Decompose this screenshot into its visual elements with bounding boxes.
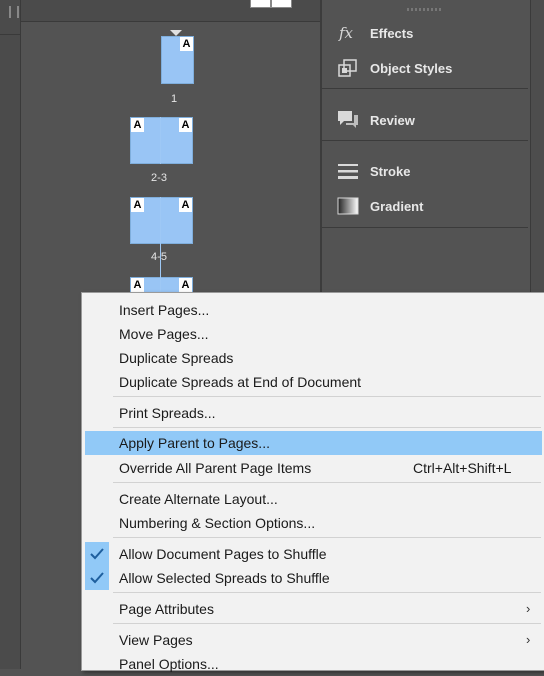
- pages-panel-context-menu: Insert Pages... Move Pages... Duplicate …: [81, 292, 544, 672]
- panel-tab-object-styles[interactable]: Object Styles: [336, 57, 452, 79]
- fx-icon: fx: [336, 22, 360, 44]
- parent-letter: A: [179, 198, 192, 212]
- menu-item-allow-selected-spreads-shuffle[interactable]: Allow Selected Spreads to Shuffle: [85, 566, 542, 590]
- menu-item-label: Allow Document Pages to Shuffle: [119, 546, 327, 562]
- gradient-icon: [336, 195, 360, 217]
- menu-item-apply-parent-to-pages[interactable]: Apply Parent to Pages...: [85, 431, 542, 455]
- menu-separator: [113, 482, 541, 483]
- menu-item-label: Duplicate Spreads: [119, 350, 234, 366]
- spread-thumbnail[interactable]: A A: [130, 117, 193, 164]
- menu-item-label: Move Pages...: [119, 326, 209, 342]
- page-thumbnail[interactable]: A: [161, 36, 194, 84]
- menu-separator: [113, 592, 541, 593]
- parent-letter: A: [180, 37, 193, 51]
- panel-tab-label: Stroke: [370, 163, 411, 179]
- panel-tab-review[interactable]: Review: [336, 109, 415, 131]
- menu-item-shortcut: Ctrl+Alt+Shift+L: [413, 460, 512, 476]
- menu-item-label: Insert Pages...: [119, 302, 210, 318]
- panel-group-review: Review: [322, 89, 528, 141]
- menu-item-label: View Pages: [119, 632, 193, 648]
- menu-item-label: Panel Options...: [119, 656, 219, 672]
- menu-item-create-alternate-layout[interactable]: Create Alternate Layout...: [85, 487, 542, 511]
- panel-tab-label: Effects: [370, 25, 414, 41]
- checkmark-icon: [85, 542, 109, 566]
- page-number-label[interactable]: 4-5: [129, 251, 189, 263]
- submenu-arrow-icon: ›: [526, 601, 531, 616]
- menu-item-insert-pages[interactable]: Insert Pages...: [85, 298, 542, 322]
- review-icon: [336, 109, 360, 131]
- grip-icon: [9, 6, 11, 18]
- parent-page-thumbnail-left[interactable]: [250, 0, 271, 8]
- grip-icon: [17, 6, 19, 18]
- parent-letter: A: [131, 278, 144, 292]
- menu-item-view-pages[interactable]: View Pages ›: [85, 628, 542, 652]
- panel-tab-gradient[interactable]: Gradient: [336, 195, 423, 217]
- spread-thumbnail[interactable]: A A: [130, 197, 193, 244]
- menu-item-label: Create Alternate Layout...: [119, 491, 278, 507]
- parent-page-thumbnail-right[interactable]: [271, 0, 292, 8]
- panel-group-effects: fx Effects Object Styles: [322, 0, 528, 89]
- left-panel-strip: [0, 0, 21, 669]
- menu-item-numbering-section-options[interactable]: Numbering & Section Options...: [85, 511, 542, 535]
- menu-item-label: Page Attributes: [119, 601, 214, 617]
- menu-separator: [113, 396, 541, 397]
- submenu-arrow-icon: ›: [526, 632, 531, 647]
- panel-group-stroke: Stroke Gradient: [322, 141, 528, 228]
- checkmark-icon: [85, 566, 109, 590]
- menu-item-label: Print Spreads...: [119, 405, 216, 421]
- panel-grip[interactable]: [407, 8, 441, 11]
- spread-spine: [160, 236, 161, 292]
- menu-item-override-all-parent-items[interactable]: Override All Parent Page Items Ctrl+Alt+…: [85, 456, 542, 480]
- object-styles-icon: [336, 57, 360, 79]
- panel-tab-label: Review: [370, 112, 415, 128]
- page-number-label[interactable]: 2-3: [129, 172, 189, 184]
- svg-text:fx: fx: [338, 24, 354, 42]
- menu-item-duplicate-spreads-end[interactable]: Duplicate Spreads at End of Document: [85, 370, 542, 394]
- menu-item-move-pages[interactable]: Move Pages...: [85, 322, 542, 346]
- menu-item-label: Duplicate Spreads at End of Document: [119, 374, 362, 390]
- menu-item-label: Override All Parent Page Items: [119, 460, 312, 476]
- menu-item-duplicate-spreads[interactable]: Duplicate Spreads: [85, 346, 542, 370]
- menu-separator: [113, 623, 541, 624]
- parent-letter: A: [179, 118, 192, 132]
- parent-letter: A: [179, 278, 192, 292]
- menu-item-print-spreads[interactable]: Print Spreads...: [85, 401, 542, 425]
- page-number-label[interactable]: 1: [144, 93, 204, 105]
- parent-pages-area: [21, 0, 320, 22]
- parent-letter: A: [131, 198, 144, 212]
- menu-item-allow-document-pages-shuffle[interactable]: Allow Document Pages to Shuffle: [85, 542, 542, 566]
- menu-item-label: Numbering & Section Options...: [119, 515, 316, 531]
- menu-separator: [113, 427, 541, 428]
- spread-spine: [160, 117, 161, 164]
- panel-tab-label: Gradient: [370, 198, 424, 214]
- stroke-icon: [336, 160, 360, 182]
- panel-tab-stroke[interactable]: Stroke: [336, 160, 410, 182]
- panel-tab-effects[interactable]: fx Effects: [336, 22, 413, 44]
- menu-item-label: Apply Parent to Pages...: [119, 435, 270, 451]
- menu-item-page-attributes[interactable]: Page Attributes ›: [85, 597, 542, 621]
- menu-separator: [113, 537, 541, 538]
- parent-letter: A: [131, 118, 144, 132]
- panel-tab-label: Object Styles: [370, 60, 453, 76]
- menu-item-label: Allow Selected Spreads to Shuffle: [119, 570, 330, 586]
- menu-item-panel-options[interactable]: Panel Options...: [85, 652, 542, 676]
